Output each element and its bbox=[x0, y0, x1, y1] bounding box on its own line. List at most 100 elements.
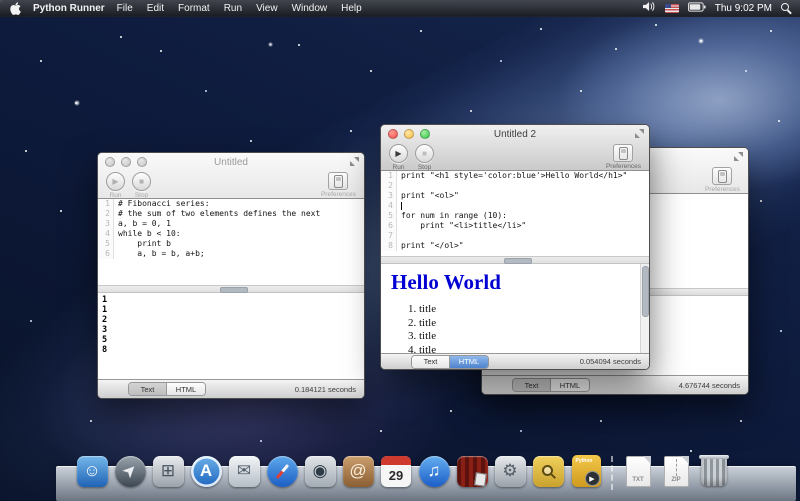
menu-run[interactable]: Run bbox=[224, 3, 242, 14]
address-book-icon[interactable]: @ bbox=[343, 456, 374, 487]
zip-file-icon[interactable]: ZIP bbox=[664, 456, 689, 487]
text-mode-button[interactable]: Text bbox=[412, 356, 450, 368]
html-mode-button[interactable]: HTML bbox=[450, 356, 488, 368]
stop-icon[interactable]: ■ bbox=[132, 172, 151, 191]
calendar-header bbox=[381, 456, 411, 465]
preferences-switch-icon[interactable] bbox=[712, 167, 732, 185]
file-search-icon[interactable] bbox=[533, 456, 564, 487]
html-mode-button[interactable]: HTML bbox=[551, 379, 589, 391]
zoom-button[interactable] bbox=[137, 157, 147, 167]
horizontal-scrollbar[interactable] bbox=[98, 285, 364, 293]
close-button[interactable] bbox=[105, 157, 115, 167]
finder-icon[interactable]: ☺ bbox=[77, 456, 108, 487]
safari-icon[interactable] bbox=[267, 456, 298, 487]
mission-control-icon[interactable]: ⊞ bbox=[153, 456, 184, 487]
stop-button[interactable]: ■ Stop bbox=[132, 172, 151, 199]
battery-icon[interactable] bbox=[688, 2, 706, 15]
preferences-button[interactable]: Preferences bbox=[321, 172, 356, 198]
dock-item-launchpad[interactable]: ➤ bbox=[112, 452, 148, 490]
dock-item-safari[interactable] bbox=[264, 452, 300, 490]
compass-needle-icon bbox=[275, 464, 288, 479]
menu-bar-clock[interactable]: Thu 9:02 PM bbox=[715, 3, 772, 14]
preferences-switch-icon[interactable] bbox=[613, 144, 633, 162]
line-number: 5 bbox=[98, 239, 114, 249]
menu-help[interactable]: Help bbox=[341, 3, 362, 14]
code-text: print "<ol>" bbox=[397, 191, 459, 201]
system-preferences-icon[interactable]: ⚙ bbox=[495, 456, 526, 487]
window-title: Untitled 2 bbox=[494, 129, 536, 140]
menu-window[interactable]: Window bbox=[292, 3, 328, 14]
preferences-button[interactable]: Preferences bbox=[606, 144, 641, 170]
minimize-button[interactable] bbox=[404, 129, 414, 139]
launchpad-icon[interactable]: ➤ bbox=[115, 456, 146, 487]
menu-file[interactable]: File bbox=[117, 3, 133, 14]
dock-item-itunes[interactable]: ♫ bbox=[416, 452, 452, 490]
txt-file-icon[interactable]: TXT bbox=[626, 456, 651, 487]
output-pane[interactable]: 112358 bbox=[98, 293, 364, 379]
code-editor[interactable]: 1# Fibonacci series:2# the sum of two el… bbox=[98, 199, 364, 285]
dock-item-txt-file[interactable]: TXT bbox=[620, 452, 656, 490]
dock-item-address-book[interactable]: @ bbox=[340, 452, 376, 490]
scrollbar-thumb[interactable] bbox=[642, 266, 649, 317]
list-item: title bbox=[419, 344, 639, 354]
titlebar[interactable]: Untitled bbox=[98, 153, 364, 171]
dock-item-facetime[interactable]: ◉ bbox=[302, 452, 338, 490]
text-mode-button[interactable]: Text bbox=[513, 379, 551, 391]
facetime-icon[interactable]: ◉ bbox=[305, 456, 336, 487]
line-number: 5 bbox=[381, 211, 397, 221]
input-source-flag-icon[interactable] bbox=[665, 4, 679, 13]
dock-item-system-preferences[interactable]: ⚙ bbox=[492, 452, 528, 490]
minimize-button[interactable] bbox=[121, 157, 131, 167]
dock-item-photo-booth[interactable] bbox=[454, 452, 490, 490]
fullscreen-icon[interactable] bbox=[734, 152, 743, 161]
list-item: title bbox=[419, 317, 639, 331]
dock-item-mission-control[interactable]: ⊞ bbox=[150, 452, 186, 490]
facetime-glyph: ◉ bbox=[313, 461, 328, 481]
menu-edit[interactable]: Edit bbox=[147, 3, 164, 14]
preferences-button[interactable]: Preferences bbox=[705, 167, 740, 193]
html-mode-button[interactable]: HTML bbox=[167, 383, 205, 395]
app-store-icon[interactable]: A bbox=[191, 456, 222, 487]
code-line: 5for num in range (10): bbox=[381, 211, 649, 221]
python-runner-icon[interactable]: Python▶ bbox=[572, 455, 601, 487]
dock-item-mail[interactable]: ✉ bbox=[226, 452, 262, 490]
trash-icon[interactable] bbox=[701, 457, 727, 486]
html-output-pane[interactable]: Hello World titletitletitletitletitletit… bbox=[381, 264, 649, 353]
active-app-name[interactable]: Python Runner bbox=[33, 3, 105, 14]
close-button[interactable] bbox=[388, 129, 398, 139]
dock-item-app-store[interactable]: A bbox=[188, 452, 224, 490]
dock-item-finder[interactable]: ☺ bbox=[74, 452, 110, 490]
dock-item-python-runner[interactable]: Python▶ bbox=[568, 452, 604, 490]
volume-icon[interactable] bbox=[643, 1, 656, 15]
dock-item-trash[interactable] bbox=[696, 452, 732, 490]
play-icon[interactable]: ▶ bbox=[106, 172, 125, 191]
fullscreen-icon[interactable] bbox=[350, 157, 359, 166]
stop-icon[interactable]: ■ bbox=[415, 144, 434, 163]
code-editor[interactable]: 1print "<h1 style='color:blue'>Hello Wor… bbox=[381, 171, 649, 256]
menu-format[interactable]: Format bbox=[178, 3, 210, 14]
run-button[interactable]: ▶ Run bbox=[389, 144, 408, 171]
vertical-scrollbar[interactable] bbox=[640, 264, 649, 353]
output-line: 3 bbox=[98, 325, 364, 335]
calendar-icon[interactable]: 29 bbox=[381, 456, 411, 487]
line-number: 8 bbox=[381, 241, 397, 251]
spotlight-icon[interactable] bbox=[781, 3, 792, 14]
apple-menu-icon[interactable] bbox=[10, 2, 21, 15]
dock-item-file-search[interactable] bbox=[530, 452, 566, 490]
code-text: print "<li>title</li>" bbox=[397, 221, 526, 231]
horizontal-scrollbar[interactable] bbox=[381, 256, 649, 264]
titlebar[interactable]: Untitled 2 bbox=[381, 125, 649, 143]
menu-view[interactable]: View bbox=[256, 3, 278, 14]
preferences-switch-icon[interactable] bbox=[328, 172, 348, 190]
itunes-icon[interactable]: ♫ bbox=[419, 456, 450, 487]
stop-button[interactable]: ■ Stop bbox=[415, 144, 434, 171]
dock-item-ical[interactable]: 29 bbox=[378, 452, 414, 490]
fullscreen-icon[interactable] bbox=[635, 129, 644, 138]
zoom-button[interactable] bbox=[420, 129, 430, 139]
dock-item-zip-file[interactable]: ZIP bbox=[658, 452, 694, 490]
text-mode-button[interactable]: Text bbox=[129, 383, 167, 395]
play-icon[interactable]: ▶ bbox=[389, 144, 408, 163]
mail-icon[interactable]: ✉ bbox=[229, 456, 260, 487]
photo-booth-icon[interactable] bbox=[457, 456, 488, 487]
run-button[interactable]: ▶ Run bbox=[106, 172, 125, 199]
